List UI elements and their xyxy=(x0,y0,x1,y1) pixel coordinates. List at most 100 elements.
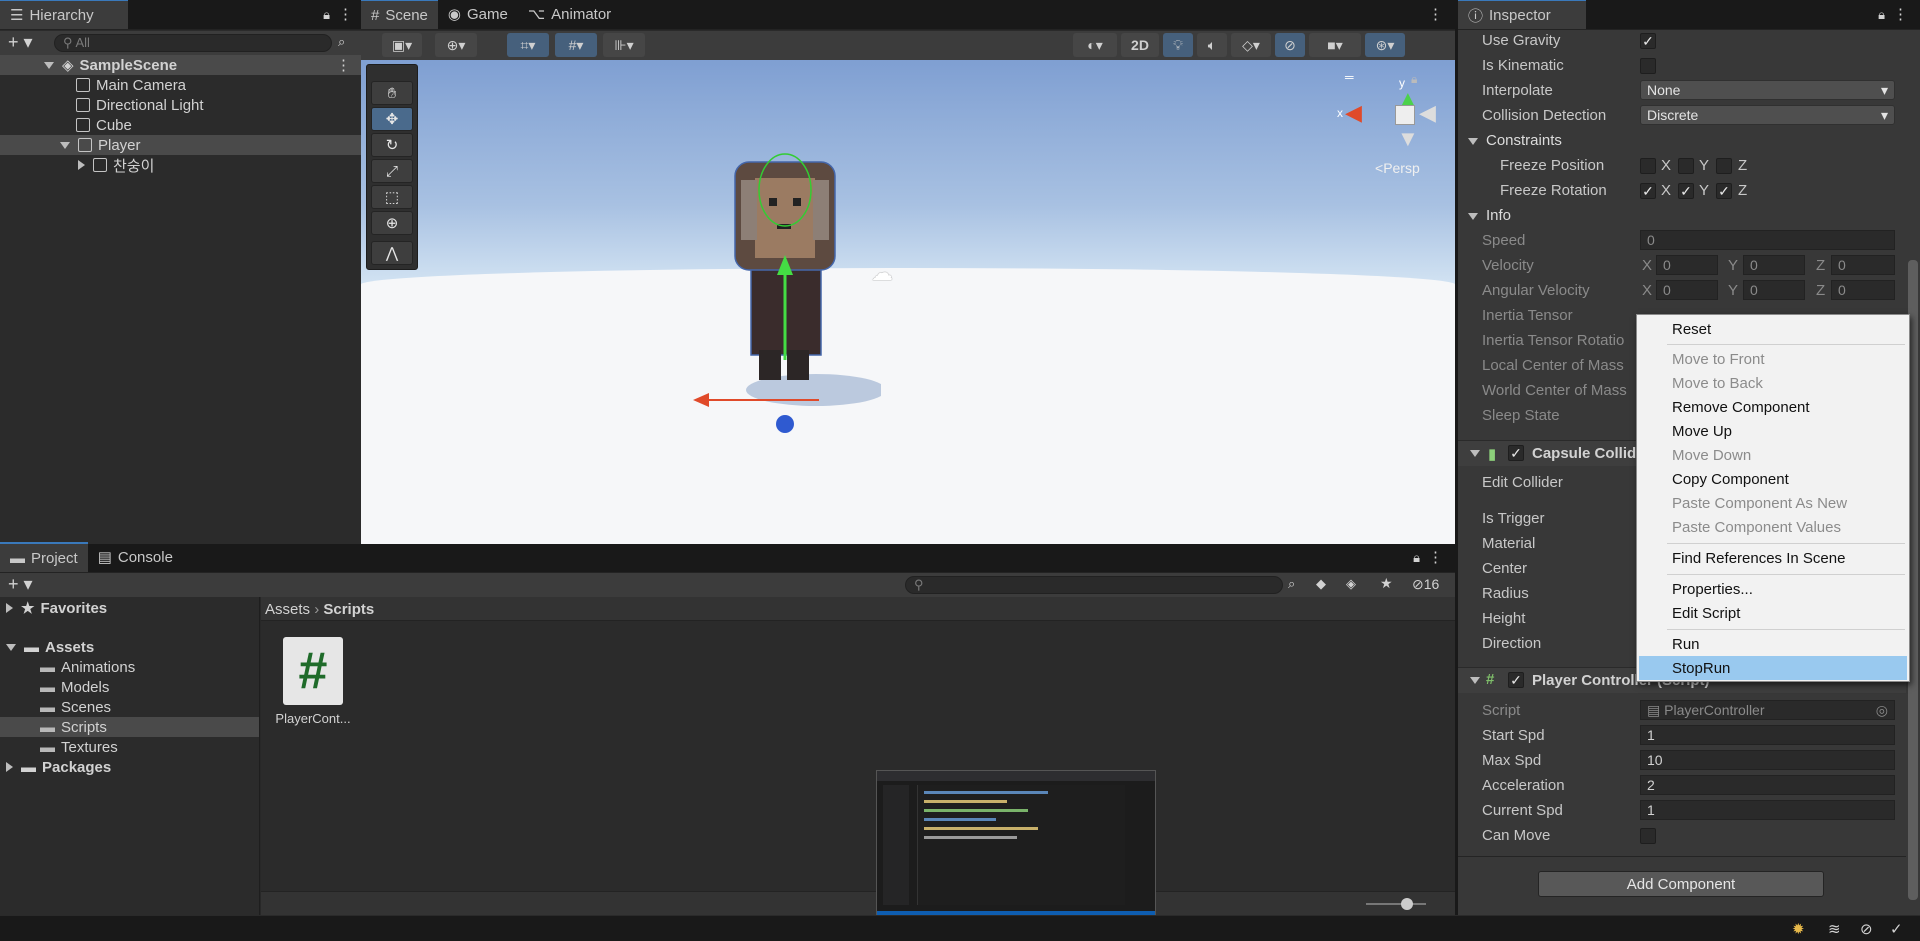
acceleration-field[interactable]: 2 xyxy=(1640,775,1895,795)
shading-mode-dropdown[interactable]: ◐ ▾ xyxy=(1073,33,1117,57)
project-search-input[interactable]: ⚲ xyxy=(905,576,1283,594)
lock-icon[interactable]: 🔒︎ xyxy=(323,7,330,23)
search-by-type-icon[interactable]: ⌕ xyxy=(1288,576,1295,592)
freeze-rotation-z-checkbox[interactable]: ✓ xyxy=(1716,183,1732,199)
rect-tool-button[interactable]: ⬚ xyxy=(371,185,413,209)
lighting-toggle[interactable]: 💡︎ xyxy=(1163,33,1193,57)
transform-tool-button[interactable]: ⊕ xyxy=(371,211,413,235)
folder-item-scripts[interactable]: ▬ Scripts xyxy=(0,717,259,737)
freeze-position-x-checkbox[interactable] xyxy=(1640,158,1656,174)
tab-hierarchy[interactable]: ☰ Hierarchy xyxy=(0,0,128,29)
breadcrumb-assets[interactable]: Assets xyxy=(265,601,310,618)
hidden-packages-toggle[interactable]: ⊘16 xyxy=(1412,576,1439,593)
tab-animator[interactable]: ⌥ Animator xyxy=(518,0,621,29)
folder-item[interactable]: ▬ Textures xyxy=(0,737,259,757)
create-dropdown-button[interactable]: + ▾ xyxy=(8,574,33,595)
scene-viewport[interactable]: ✋︎ ✥ ↻ ⤢ ⬚ ⊕ ⋀ ☁ 🔒︎ ═ y ▲ x ◀ ◀ ▼ <Persp xyxy=(361,60,1455,544)
scene-row[interactable]: ◈ SampleScene ⋮ xyxy=(0,55,361,75)
check-circle-icon[interactable]: ✓ xyxy=(1890,920,1903,938)
tab-console[interactable]: ▤ Console xyxy=(88,542,183,572)
hierarchy-item[interactable]: Directional Light xyxy=(0,95,361,115)
gizmos-dropdown[interactable]: ⊛ ▾ xyxy=(1365,33,1405,57)
neg-y-cone-icon[interactable]: ▼ xyxy=(1397,126,1419,152)
tab-project[interactable]: ▬ Project xyxy=(0,542,88,572)
favorite-star-icon[interactable]: ★ xyxy=(1380,575,1393,592)
start-spd-field[interactable]: 1 xyxy=(1640,725,1895,745)
camera-dropdown[interactable]: ■ ▾ xyxy=(1309,33,1361,57)
gizmo-center-cube[interactable] xyxy=(1395,105,1415,125)
search-filter-icon[interactable]: ⌕ xyxy=(338,34,345,50)
folder-item[interactable]: ▬ Scenes xyxy=(0,697,259,717)
menu-item-move-up[interactable]: Move Up xyxy=(1672,423,1732,440)
orientation-gizmo[interactable]: 🔒︎ ═ y ▲ x ◀ ◀ ▼ <Persp xyxy=(1331,70,1441,190)
menu-item-stoprun[interactable]: StopRun xyxy=(1672,660,1730,677)
capsule-collider-enabled-checkbox[interactable]: ✓ xyxy=(1508,445,1524,461)
x-axis-cone-icon[interactable]: ◀ xyxy=(1345,100,1362,126)
layers-icon[interactable]: ≋ xyxy=(1828,920,1841,938)
max-spd-field[interactable]: 10 xyxy=(1640,750,1895,770)
increment-snap-dropdown[interactable]: ⊪ ▾ xyxy=(603,33,645,57)
collision-detection-dropdown[interactable]: Discrete ▾ xyxy=(1640,105,1895,125)
target-icon[interactable]: ◎ xyxy=(1876,702,1888,719)
hierarchy-search-input[interactable]: ⚲ All xyxy=(54,34,332,52)
kebab-menu-icon[interactable]: ⋮ xyxy=(1428,548,1443,566)
rotate-tool-button[interactable]: ↻ xyxy=(371,133,413,157)
audio-toggle[interactable]: 🔈︎ xyxy=(1197,33,1227,57)
current-spd-field[interactable]: 1 xyxy=(1640,800,1895,820)
info-foldout[interactable]: Info xyxy=(1468,207,1511,224)
window-preview-thumbnail[interactable] xyxy=(876,770,1156,926)
script-asset[interactable]: # PlayerCont... xyxy=(273,637,353,737)
player-controller-enabled-checkbox[interactable]: ✓ xyxy=(1508,672,1524,688)
is-kinematic-checkbox[interactable] xyxy=(1640,58,1656,74)
add-dropdown-button[interactable]: + ▾ xyxy=(8,32,33,53)
assets-foldout[interactable]: ▬ Assets xyxy=(0,637,259,657)
lock-icon[interactable]: 🔒︎ xyxy=(1411,72,1417,87)
hand-tool-button[interactable]: ✋︎ xyxy=(371,81,413,105)
filter-by-label-icon[interactable]: ◈ xyxy=(1346,576,1356,592)
tab-scene[interactable]: # Scene xyxy=(361,0,438,29)
filter-by-type-icon[interactable]: ◆ xyxy=(1316,576,1326,592)
network-off-icon[interactable]: ⊘ xyxy=(1860,920,1873,938)
effects-dropdown[interactable]: ◇ ▾ xyxy=(1231,33,1271,57)
lock-icon[interactable]: 🔒︎ xyxy=(1878,7,1885,23)
kebab-menu-icon[interactable]: ⋮ xyxy=(336,56,351,74)
menu-item-reset[interactable]: Reset xyxy=(1672,321,1711,338)
hierarchy-item[interactable]: Main Camera xyxy=(0,75,361,95)
tab-inspector[interactable]: ⓘ Inspector xyxy=(1458,0,1586,29)
use-gravity-checkbox[interactable]: ✓ xyxy=(1640,33,1656,49)
grid-visibility-dropdown[interactable]: # ▾ xyxy=(555,33,597,57)
move-tool-button[interactable]: ✥ xyxy=(371,107,413,131)
move-gizmo-z-axis[interactable] xyxy=(776,415,794,433)
freeze-rotation-x-checkbox[interactable]: ✓ xyxy=(1640,183,1656,199)
menu-item-copy-component[interactable]: Copy Component xyxy=(1672,471,1789,488)
hierarchy-item[interactable]: 찬숭이 xyxy=(0,155,361,175)
debug-mode-icon[interactable]: ✹ xyxy=(1792,920,1805,938)
hierarchy-item-player[interactable]: Player xyxy=(0,135,361,155)
kebab-menu-icon[interactable]: ⋮ xyxy=(338,5,353,23)
drag-handle[interactable]: ═ xyxy=(1345,70,1354,84)
lock-icon[interactable]: 🔒︎ xyxy=(1413,550,1420,566)
folder-item[interactable]: ▬ Models xyxy=(0,677,259,697)
custom-tool-button[interactable]: ⋀ xyxy=(371,241,413,265)
toggle-2d-button[interactable]: 2D xyxy=(1121,33,1159,57)
menu-item-remove-component[interactable]: Remove Component xyxy=(1672,399,1810,416)
menu-item-find-references[interactable]: Find References In Scene xyxy=(1672,550,1845,567)
folder-item[interactable]: ▬ Animations xyxy=(0,657,259,677)
packages-foldout[interactable]: ▬ Packages xyxy=(0,757,259,777)
add-component-button[interactable]: Add Component xyxy=(1538,871,1824,897)
global-local-dropdown[interactable]: ⊕ ▾ xyxy=(435,33,477,57)
breadcrumb-scripts[interactable]: Scripts xyxy=(323,601,374,618)
kebab-menu-icon[interactable]: ⋮ xyxy=(1428,5,1443,23)
hierarchy-item[interactable]: Cube xyxy=(0,115,361,135)
freeze-position-z-checkbox[interactable] xyxy=(1716,158,1732,174)
icon-size-slider-thumb[interactable] xyxy=(1401,898,1413,910)
interpolate-dropdown[interactable]: None ▾ xyxy=(1640,80,1895,100)
visibility-toggle[interactable]: ⊘ xyxy=(1275,33,1305,57)
favorites-foldout[interactable]: ★ Favorites xyxy=(0,598,259,618)
scale-tool-button[interactable]: ⤢ xyxy=(371,159,413,183)
script-object-field[interactable]: ▤ PlayerController ◎ xyxy=(1640,700,1895,720)
menu-item-edit-script[interactable]: Edit Script xyxy=(1672,605,1740,622)
freeze-rotation-y-checkbox[interactable]: ✓ xyxy=(1678,183,1694,199)
icon-size-slider[interactable] xyxy=(1366,903,1426,905)
menu-item-run[interactable]: Run xyxy=(1672,636,1700,653)
